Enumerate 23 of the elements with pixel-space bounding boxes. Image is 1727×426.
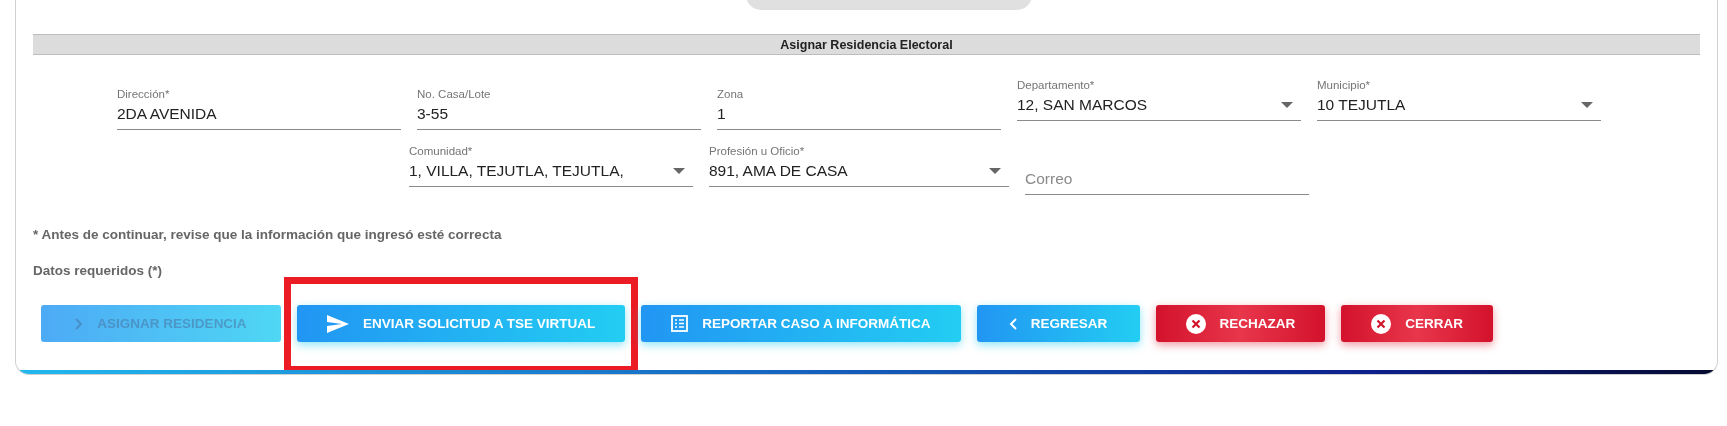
send-icon bbox=[327, 314, 349, 333]
section-title: Asignar Residencia Electoral bbox=[33, 34, 1700, 55]
dropdown-caret-icon bbox=[1281, 102, 1293, 108]
dropdown-caret-icon bbox=[673, 168, 685, 174]
input-field[interactable]: Dirección* 2DA AVENIDA bbox=[117, 88, 401, 130]
input-field[interactable]: Zona 1 bbox=[717, 88, 1001, 130]
chevron-left-icon bbox=[1008, 317, 1017, 330]
dropdown-caret-icon bbox=[1581, 102, 1593, 108]
cancel-icon bbox=[1185, 313, 1206, 334]
danger-button[interactable]: CERRAR bbox=[1341, 305, 1494, 342]
dropdown-caret-icon bbox=[989, 168, 1001, 174]
select-field[interactable]: Municipio* 10 TEJUTLA bbox=[1317, 79, 1601, 121]
danger-button[interactable]: RECHAZAR bbox=[1155, 305, 1326, 342]
notice-text: * Antes de continuar, revise que la información que ingresó esté correcta bbox=[33, 227, 503, 242]
select-field[interactable]: Comunidad* 1, VILLA, TEJUTLA, TEJUTLA, bbox=[409, 145, 693, 187]
list-icon bbox=[671, 315, 689, 332]
cancel-icon bbox=[1371, 313, 1392, 334]
input-field[interactable]: No. Casa/Lote 3-55 bbox=[417, 88, 701, 130]
input-field[interactable]: Correo bbox=[1025, 153, 1309, 195]
select-field[interactable]: Departamento* 12, SAN MARCOS bbox=[1017, 79, 1301, 121]
select-field[interactable]: Profesión u Oficio* 891, AMA DE CASA bbox=[709, 145, 1009, 187]
required-note: Datos requeridos (*) bbox=[33, 263, 164, 278]
chevron-right-icon bbox=[75, 317, 84, 330]
